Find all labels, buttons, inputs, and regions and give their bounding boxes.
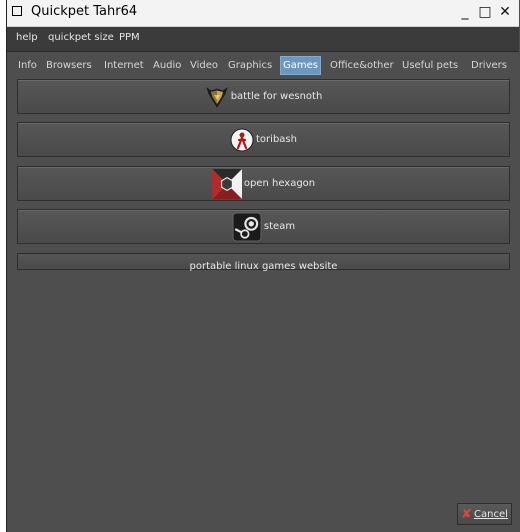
quickpet-window: Quickpet Tahr64 _ □ ✕ help quickpet size…	[6, 0, 520, 532]
title-bar[interactable]: Quickpet Tahr64 _ □ ✕	[7, 0, 519, 27]
tab-audio[interactable]: Audio	[151, 57, 183, 74]
wesnoth-label: battle for wesnoth	[230, 91, 323, 102]
cancel-x-icon: ✘	[461, 506, 472, 522]
steam-icon	[232, 212, 262, 241]
tab-graphics[interactable]: Graphics	[226, 57, 274, 74]
open-hexagon-icon	[211, 168, 242, 199]
steam-button[interactable]: steam	[17, 209, 510, 244]
wesnoth-shield-icon	[206, 86, 228, 108]
steam-label: steam	[263, 221, 296, 232]
menu-ppm[interactable]: PPM	[119, 32, 140, 43]
portable-linux-games-label: portable linux games website	[189, 261, 338, 272]
window-title: Quickpet Tahr64	[31, 4, 138, 19]
window-icon	[12, 6, 22, 16]
tab-info[interactable]: Info	[16, 57, 39, 74]
cancel-label: Cancel	[474, 508, 508, 520]
toribash-icon	[230, 128, 254, 151]
tab-office-other[interactable]: Office&other	[328, 57, 396, 74]
tab-drivers[interactable]: Drivers	[469, 57, 509, 74]
tab-browsers[interactable]: Browsers	[44, 57, 94, 74]
tab-bar: Info Browsers Internet Audio Video Graph…	[7, 54, 519, 77]
toribash-button[interactable]: toribash	[17, 122, 510, 157]
portable-linux-games-button[interactable]: portable linux games website	[17, 253, 510, 272]
tab-useful-pets[interactable]: Useful pets	[400, 57, 460, 74]
close-button[interactable]: ✕	[497, 3, 513, 21]
tab-games[interactable]: Games	[280, 56, 321, 75]
menu-quickpet-size[interactable]: quickpet size	[48, 32, 114, 43]
minimize-button[interactable]: _	[457, 3, 473, 21]
open-hexagon-label: open hexagon	[243, 178, 316, 189]
tab-video[interactable]: Video	[188, 57, 220, 74]
menu-help[interactable]: help	[16, 32, 38, 43]
open-hexagon-button[interactable]: open hexagon	[17, 166, 510, 201]
menu-bar: help quickpet size PPM	[7, 27, 519, 52]
toribash-label: toribash	[256, 134, 297, 145]
wesnoth-button[interactable]: battle for wesnoth	[17, 79, 510, 114]
tab-internet[interactable]: Internet	[102, 57, 146, 74]
cancel-button[interactable]: ✘ Cancel	[457, 503, 512, 525]
maximize-button[interactable]: □	[477, 3, 493, 21]
